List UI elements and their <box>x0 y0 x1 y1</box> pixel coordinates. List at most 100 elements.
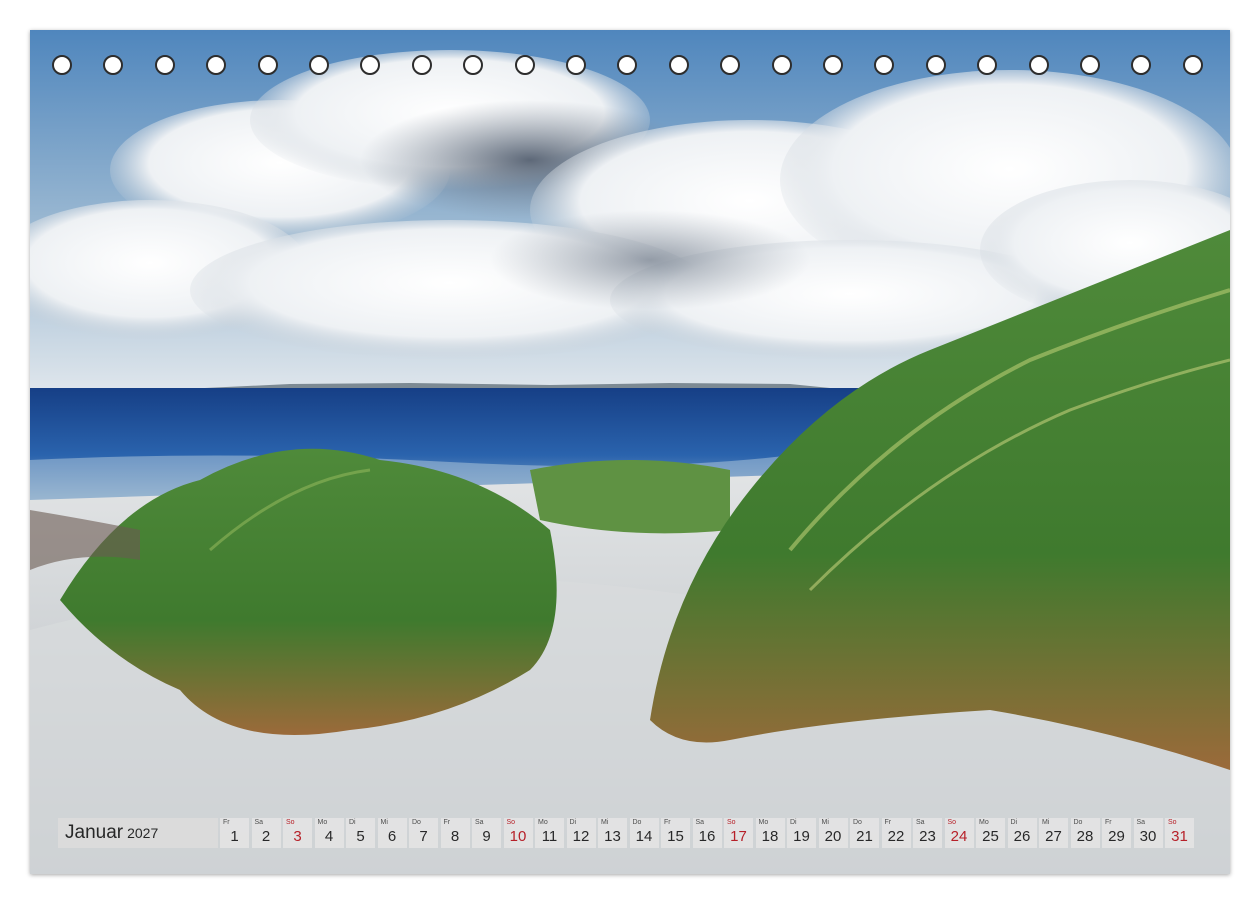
day-number: 13 <box>604 828 621 845</box>
day-number: 29 <box>1108 828 1125 845</box>
day-cell: Sa 30 <box>1133 818 1163 848</box>
day-cell: Fr 8 <box>440 818 470 848</box>
weekday-label: So <box>727 819 736 826</box>
day-number: 18 <box>761 828 779 845</box>
day-cell: Do 14 <box>629 818 659 848</box>
binding-hole <box>874 55 895 75</box>
day-number: 10 <box>509 828 527 845</box>
day-number: 1 <box>230 828 239 845</box>
weekday-label: Fr <box>1105 819 1112 826</box>
day-cell: Fr 15 <box>661 818 690 848</box>
day-cell: So 24 <box>944 818 974 848</box>
binding-holes <box>52 55 1212 79</box>
month-label: Januar 2027 <box>58 818 218 848</box>
day-cell: Sa 9 <box>472 818 501 848</box>
weekday-label: Fr <box>443 819 451 826</box>
weekday-label: Mi <box>601 819 609 826</box>
day-number: 12 <box>572 828 590 845</box>
binding-hole <box>514 55 535 75</box>
binding-hole <box>823 55 843 75</box>
day-cell: Do 28 <box>1070 818 1100 848</box>
weekday-label: Mo <box>758 819 769 826</box>
day-number: 23 <box>919 828 936 845</box>
day-cell: Fr 22 <box>881 818 911 848</box>
day-number: 24 <box>950 828 968 845</box>
day-cell: Mo 18 <box>755 818 785 848</box>
binding-hole <box>668 55 689 75</box>
weekday-label: Sa <box>254 819 264 826</box>
day-number: 22 <box>887 828 905 845</box>
day-cell: Mo 25 <box>976 818 1005 848</box>
day-cell: Mi 13 <box>598 818 627 848</box>
day-cell: Mo 4 <box>314 818 344 848</box>
day-cell: Di 5 <box>346 818 375 848</box>
day-cell: Fr 29 <box>1102 818 1131 848</box>
weekday-label: Sa <box>916 819 925 826</box>
binding-hole <box>1131 55 1152 75</box>
weekday-label: Mo <box>979 819 989 826</box>
weekday-label: Di <box>790 819 797 826</box>
day-cell: Do 21 <box>850 818 879 848</box>
weekday-label: Sa <box>695 819 705 826</box>
weekday-label: Mi <box>1042 819 1050 826</box>
day-number: 11 <box>541 828 558 845</box>
weekday-label: Fr <box>884 819 892 826</box>
day-number: 15 <box>667 828 684 845</box>
day-number: 20 <box>824 828 842 845</box>
day-number: 26 <box>1013 828 1031 845</box>
day-cell: Sa 23 <box>913 818 942 848</box>
weekday-label: Sa <box>475 819 484 826</box>
binding-hole <box>617 55 638 75</box>
day-cell: So 3 <box>283 818 312 848</box>
year-label: 2027 <box>127 825 159 841</box>
day-cell: Do 7 <box>409 818 438 848</box>
binding-hole <box>103 55 124 75</box>
day-cell: Di 12 <box>566 818 596 848</box>
day-cell: Sa 2 <box>251 818 281 848</box>
weekday-label: So <box>1168 819 1177 826</box>
weekday-label: Sa <box>1136 819 1146 826</box>
binding-hole <box>206 55 227 75</box>
binding-hole <box>1028 55 1049 75</box>
binding-hole <box>977 55 998 75</box>
weekday-label: Fr <box>664 819 671 826</box>
binding-hole <box>463 55 484 75</box>
binding-hole <box>925 55 946 75</box>
day-number: 14 <box>635 828 653 845</box>
binding-hole <box>566 55 586 75</box>
day-number: 16 <box>698 828 716 845</box>
dune-photo <box>30 30 1230 874</box>
day-cell: So 10 <box>503 818 533 848</box>
day-number: 9 <box>482 828 491 845</box>
weekday-label: Do <box>632 819 642 826</box>
binding-hole <box>360 55 381 75</box>
day-number: 30 <box>1139 828 1157 845</box>
binding-hole <box>411 55 432 75</box>
weekday-label: Mo <box>317 819 328 826</box>
weekday-label: Fr <box>223 819 230 826</box>
binding-hole <box>154 55 175 75</box>
day-cell: Mi 27 <box>1039 818 1068 848</box>
binding-hole <box>257 55 278 75</box>
day-number: 19 <box>793 828 810 845</box>
calendar-page: Januar 2027 Fr 1 Sa 2 So 3 Mo 4 Di 5 Mi 6 Do 7 Fr 8 Sa 9 So… <box>30 30 1230 874</box>
day-cell: Di 19 <box>787 818 816 848</box>
binding-hole <box>52 55 72 75</box>
day-number: 17 <box>730 828 747 845</box>
day-number: 31 <box>1171 828 1188 845</box>
day-number: 25 <box>982 828 999 845</box>
weekday-label: So <box>286 819 295 826</box>
day-number: 8 <box>450 828 460 845</box>
weekday-label: Di <box>569 819 577 826</box>
day-cell: Mi 20 <box>818 818 848 848</box>
day-number: 6 <box>387 828 397 845</box>
calendar-strip: Januar 2027 Fr 1 Sa 2 So 3 Mo 4 Di 5 Mi 6 Do 7 Fr 8 Sa 9 So… <box>58 818 1202 848</box>
day-number: 3 <box>293 828 302 845</box>
day-number: 4 <box>324 828 334 845</box>
weekday-label: So <box>947 819 957 826</box>
day-number: 7 <box>419 828 428 845</box>
day-cell: So 17 <box>724 818 753 848</box>
weekday-label: Mi <box>821 819 829 826</box>
day-cell: Sa 16 <box>692 818 722 848</box>
weekday-label: Do <box>1073 819 1083 826</box>
